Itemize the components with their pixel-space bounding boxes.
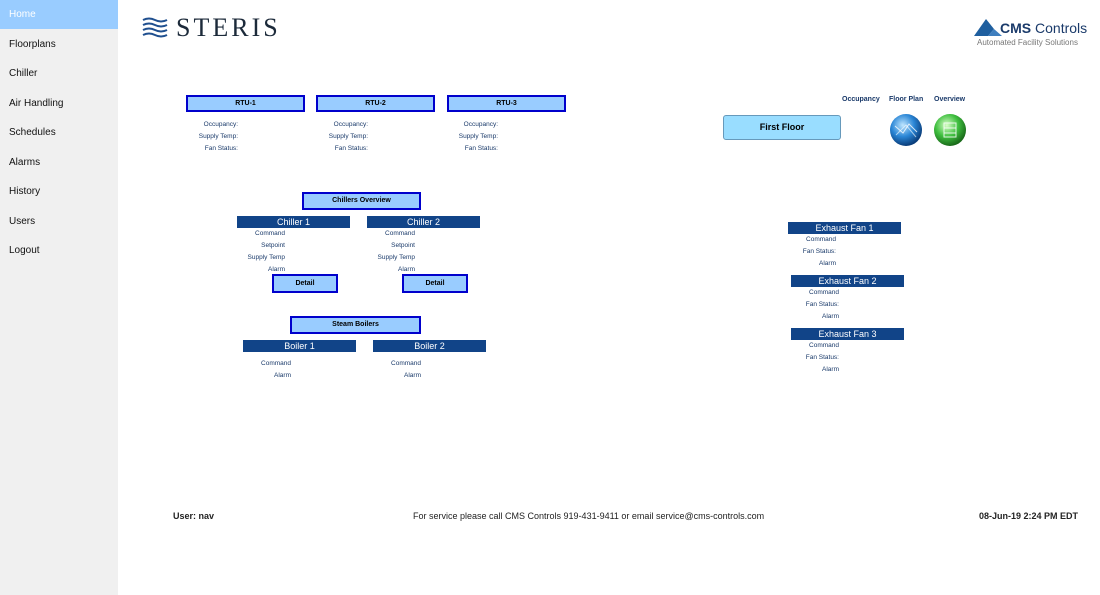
rtu-1-occupancy-label: Occupancy: — [203, 121, 238, 128]
overview-link[interactable]: Overview — [934, 96, 965, 103]
nav-item-floorplans[interactable]: Floorplans — [0, 30, 118, 59]
occupancy-link[interactable]: Occupancy — [842, 96, 880, 103]
nav-item-schedules[interactable]: Schedules — [0, 118, 118, 147]
rtu-1-supply-temp-label: Supply Temp: — [198, 133, 238, 140]
rtu-3-fan-status-label: Fan Status: — [464, 145, 498, 152]
rtu-3-button[interactable]: RTU-3 — [447, 95, 566, 112]
steris-logo: STERIS — [142, 15, 278, 41]
steris-wordmark: STERIS — [176, 13, 281, 42]
rtu-1-fan-status-label: Fan Status: — [204, 145, 238, 152]
rtu-2-occupancy-label: Occupancy: — [333, 121, 368, 128]
exhaust-fan-3-header: Exhaust Fan 3 — [791, 328, 904, 340]
exhaust-fan-1-alarm-label: Alarm — [819, 260, 836, 267]
rtu-1-button[interactable]: RTU-1 — [186, 95, 305, 112]
rtu-2-button[interactable]: RTU-2 — [316, 95, 435, 112]
chiller-1-detail-button[interactable]: Detail — [272, 274, 338, 293]
chiller-2-header: Chiller 2 — [367, 216, 480, 228]
exhaust-fan-2-header: Exhaust Fan 2 — [791, 275, 904, 287]
first-floor-button[interactable]: First Floor — [723, 115, 841, 140]
rtu-3-supply-temp-label: Supply Temp: — [458, 133, 498, 140]
chiller-2-detail-button[interactable]: Detail — [402, 274, 468, 293]
boiler-2-header: Boiler 2 — [373, 340, 486, 352]
cms-controls-logo: CMS Controls Automated Facility Solution… — [970, 18, 1092, 50]
chiller-2-setpoint-label: Setpoint — [391, 242, 415, 249]
exhaust-fan-3-alarm-label: Alarm — [822, 366, 839, 373]
nav-item-air-handling[interactable]: Air Handling — [0, 89, 118, 118]
boiler-2-alarm-label: Alarm — [404, 372, 421, 379]
exhaust-fan-1-fan-status-label: Fan Status: — [802, 248, 836, 255]
nav-item-users[interactable]: Users — [0, 207, 118, 236]
nav-item-logout[interactable]: Logout — [0, 236, 118, 265]
boiler-2-command-label: Command — [391, 360, 421, 367]
sidebar: Home Floorplans Chiller Air Handling Sch… — [0, 0, 118, 595]
exhaust-fan-2-alarm-label: Alarm — [822, 313, 839, 320]
chiller-1-command-label: Command — [255, 230, 285, 237]
steam-boilers-button[interactable]: Steam Boilers — [290, 316, 421, 334]
chillers-overview-button[interactable]: Chillers Overview — [302, 192, 421, 210]
rtu-2-fan-status-label: Fan Status: — [334, 145, 368, 152]
steris-waves-icon — [142, 17, 168, 38]
exhaust-fan-3-command-label: Command — [809, 342, 839, 349]
exhaust-fan-1-header: Exhaust Fan 1 — [788, 222, 901, 234]
chiller-2-alarm-label: Alarm — [398, 266, 415, 273]
chiller-2-supply-temp-label: Supply Temp — [377, 254, 415, 261]
rtu-2-supply-temp-label: Supply Temp: — [328, 133, 368, 140]
chiller-1-header: Chiller 1 — [237, 216, 350, 228]
exhaust-fan-2-fan-status-label: Fan Status: — [805, 301, 839, 308]
boiler-1-header: Boiler 1 — [243, 340, 356, 352]
current-datetime: 08-Jun-19 2:24 PM EDT — [979, 511, 1079, 521]
overview-globe-icon[interactable] — [933, 113, 967, 147]
nav-item-history[interactable]: History — [0, 177, 118, 206]
current-user: User: nav — [173, 511, 215, 521]
cms-tagline: Automated Facility Solutions — [977, 38, 1078, 47]
chiller-1-alarm-label: Alarm — [268, 266, 285, 273]
nav-item-home[interactable]: Home — [0, 0, 118, 29]
chiller-1-setpoint-label: Setpoint — [261, 242, 285, 249]
nav-item-alarms[interactable]: Alarms — [0, 148, 118, 177]
exhaust-fan-1-command-label: Command — [806, 236, 836, 243]
rtu-3-occupancy-label: Occupancy: — [463, 121, 498, 128]
boiler-1-command-label: Command — [261, 360, 291, 367]
exhaust-fan-2-command-label: Command — [809, 289, 839, 296]
exhaust-fan-3-fan-status-label: Fan Status: — [805, 354, 839, 361]
service-contact: For service please call CMS Controls 919… — [413, 511, 765, 521]
cms-brand-name: CMS Controls — [1000, 20, 1088, 36]
chiller-1-supply-temp-label: Supply Temp — [247, 254, 285, 261]
boiler-1-alarm-label: Alarm — [274, 372, 291, 379]
chiller-2-command-label: Command — [385, 230, 415, 237]
floor-plan-link[interactable]: Floor Plan — [889, 96, 923, 103]
nav-item-chiller[interactable]: Chiller — [0, 59, 118, 88]
floor-plan-globe-icon[interactable] — [889, 113, 923, 147]
